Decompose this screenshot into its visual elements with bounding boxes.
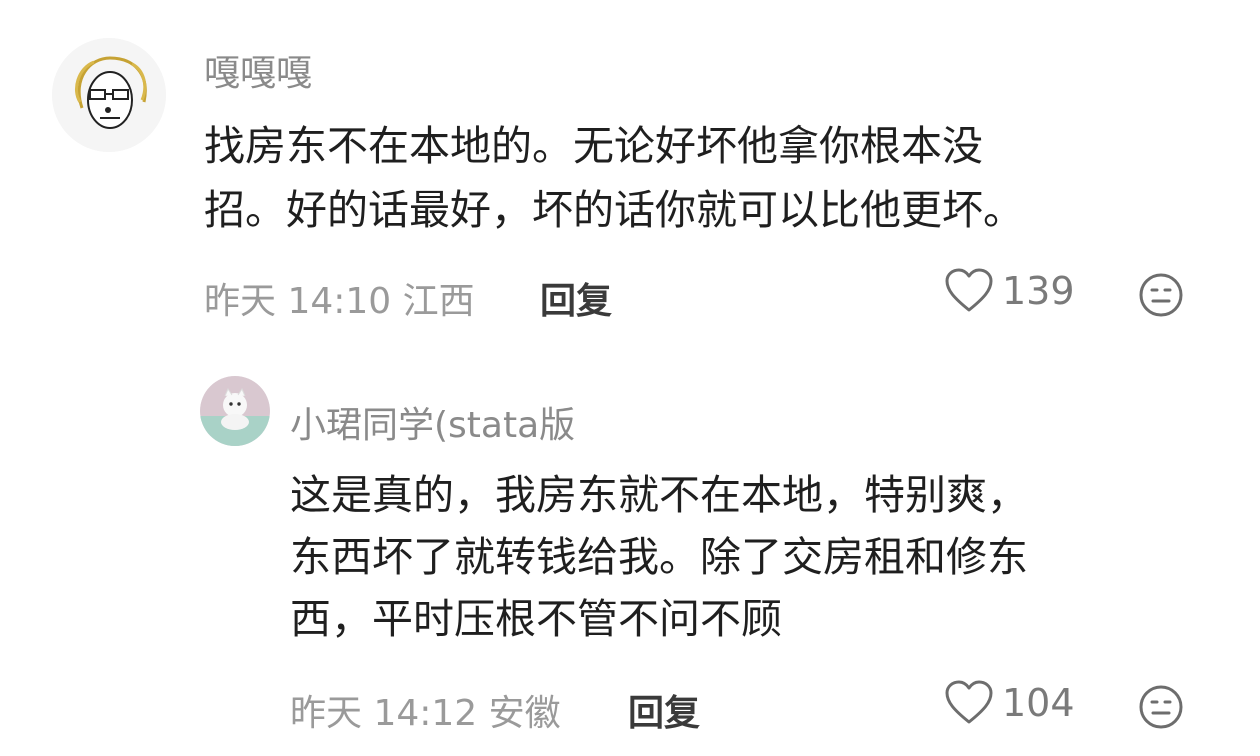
avatar[interactable] <box>200 376 270 446</box>
comment-meta: 昨天 14:10 江西 <box>204 272 475 324</box>
reply-location: 安徽 <box>488 693 561 734</box>
reply-username[interactable]: 小珺同学(stata版 <box>290 396 575 448</box>
like-button[interactable]: 104 <box>944 680 1075 726</box>
reply-time: 昨天 14:12 <box>290 693 478 734</box>
like-count: 104 <box>1002 681 1075 725</box>
avatar[interactable] <box>52 38 166 152</box>
reply-text-line: 东西坏了就转钱给我。除了交房租和修东 <box>290 533 1028 581</box>
comment-username[interactable]: 嘎嘎嘎 <box>204 44 312 96</box>
comment-text-line: 找房东不在本地的。无论好坏他拿你根本没 <box>204 122 983 170</box>
comment-text: 找房东不在本地的。无论好坏他拿你根本没 招。好的话最好，坏的话你就可以比他更坏。 <box>204 114 1164 242</box>
neutral-face-icon[interactable] <box>1138 684 1184 730</box>
reply-text: 这是真的，我房东就不在本地，特别爽， 东西坏了就转钱给我。除了交房租和修东 西，… <box>290 464 1190 650</box>
reply-item: 小珺同学(stata版 这是真的，我房东就不在本地，特别爽， 东西坏了就转钱给我… <box>0 350 1260 756</box>
reply-text-line: 西，平时压根不管不问不顾 <box>290 595 782 643</box>
comment-item: 嘎嘎嘎 找房东不在本地的。无论好坏他拿你根本没 招。好的话最好，坏的话你就可以比… <box>0 0 1260 350</box>
heart-outline-icon <box>945 268 993 312</box>
comment-time: 昨天 14:10 <box>204 281 392 322</box>
reply-text-line: 这是真的，我房东就不在本地，特别爽， <box>290 471 1028 519</box>
reply-button[interactable]: 回复 <box>628 684 700 736</box>
comment-text-line: 招。好的话最好，坏的话你就可以比他更坏。 <box>204 186 1024 234</box>
neutral-face-icon[interactable] <box>1138 272 1184 318</box>
comment-location: 江西 <box>402 281 475 322</box>
heart-outline-icon <box>945 680 993 724</box>
like-button[interactable]: 139 <box>944 268 1075 314</box>
reply-button[interactable]: 回复 <box>540 272 612 324</box>
reply-meta: 昨天 14:12 安徽 <box>290 684 561 736</box>
like-count: 139 <box>1002 269 1075 313</box>
